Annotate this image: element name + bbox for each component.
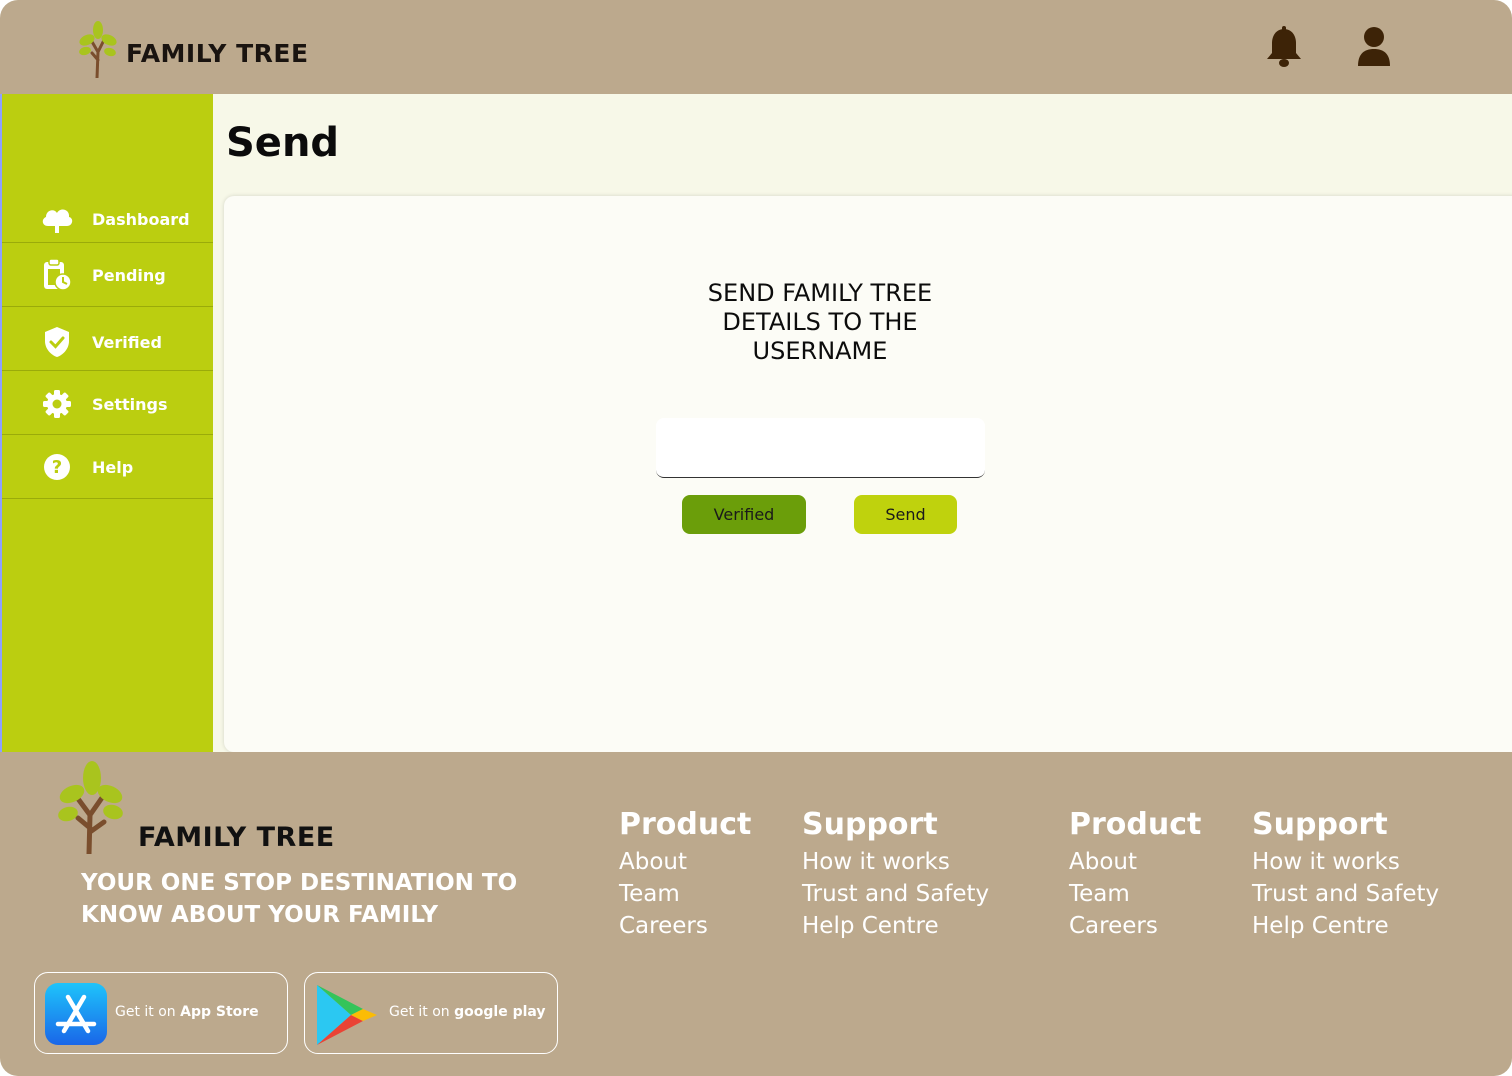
footer-column-product: Product About Team Careers	[1069, 807, 1201, 942]
tree-logo-icon	[58, 761, 123, 854]
sidebar-item-label: Dashboard	[92, 209, 190, 229]
footer-brand: FAMILY TREE	[138, 822, 335, 853]
brand-logo[interactable]: FAMILY TREE	[78, 20, 309, 78]
footer: FAMILY TREE YOUR ONE STOP DESTINATION TO…	[0, 752, 1512, 1076]
footer-link-careers[interactable]: Careers	[619, 910, 751, 942]
brand-name: FAMILY TREE	[126, 39, 309, 68]
sidebar-item-pending[interactable]: Pending	[2, 258, 213, 292]
svg-text:?: ?	[52, 457, 62, 478]
user-icon[interactable]	[1355, 26, 1393, 68]
sidebar-item-label: Verified	[92, 332, 162, 352]
footer-column-product: Product About Team Careers	[619, 807, 751, 942]
app-store-icon	[45, 983, 107, 1045]
heading-line: SEND FAMILY TREE	[707, 279, 933, 307]
sidebar-item-dashboard[interactable]: Dashboard	[2, 202, 213, 236]
footer-link-help-centre[interactable]: Help Centre	[1252, 910, 1439, 942]
store-prefix: Get it on	[115, 1004, 181, 1020]
footer-tagline: YOUR ONE STOP DESTINATION TO KNOW ABOUT …	[81, 867, 551, 931]
footer-link-careers[interactable]: Careers	[1069, 910, 1201, 942]
clipboard-clock-icon	[40, 258, 74, 292]
page-title: Send	[226, 120, 340, 166]
footer-column-heading: Support	[802, 807, 938, 842]
app-store-button[interactable]: Get it on App Store	[34, 972, 288, 1054]
footer-link-team[interactable]: Team	[1069, 878, 1201, 910]
divider	[2, 306, 213, 307]
question-icon: ?	[40, 450, 74, 484]
footer-link-trust-and-safety[interactable]: Trust and Safety	[802, 878, 989, 910]
verified-button[interactable]: Verified	[682, 495, 806, 534]
footer-column-support: Support How it works Trust and Safety He…	[802, 807, 989, 942]
sidebar-item-verified[interactable]: Verified	[2, 325, 213, 359]
gear-icon	[40, 387, 74, 421]
heading-line: USERNAME	[752, 337, 888, 365]
store-prefix: Get it on	[389, 1004, 455, 1020]
shield-check-icon	[40, 325, 74, 359]
username-input[interactable]	[656, 418, 985, 478]
send-heading: SEND FAMILY TREE DETAILS TO THE USERNAME	[660, 279, 980, 366]
bell-icon[interactable]	[1264, 26, 1304, 68]
footer-link-about[interactable]: About	[619, 846, 751, 878]
top-bar: FAMILY TREE	[0, 0, 1512, 94]
app-store-label: Get it on App Store	[115, 1004, 259, 1020]
divider	[2, 242, 213, 243]
sidebar-item-help[interactable]: ? Help	[2, 450, 213, 484]
google-play-button[interactable]: Get it on google play	[304, 972, 558, 1054]
footer-link-help-centre[interactable]: Help Centre	[802, 910, 989, 942]
sidebar-item-settings[interactable]: Settings	[2, 387, 213, 421]
tagline-line: YOUR ONE STOP DESTINATION TO	[81, 870, 518, 896]
divider	[2, 498, 213, 499]
app-window: FAMILY TREE Dashboard Pending Verified S…	[0, 0, 1512, 1076]
google-play-icon	[317, 985, 377, 1045]
footer-link-team[interactable]: Team	[619, 878, 751, 910]
footer-link-how-it-works[interactable]: How it works	[1252, 846, 1439, 878]
footer-column-support: Support How it works Trust and Safety He…	[1252, 807, 1439, 942]
footer-column-heading: Product	[1069, 807, 1202, 842]
store-name: App Store	[180, 1004, 259, 1020]
cloud-tree-icon	[40, 202, 74, 236]
divider	[2, 370, 213, 371]
store-name: google play	[454, 1004, 546, 1020]
divider	[2, 434, 213, 435]
tree-logo-icon	[79, 21, 117, 78]
footer-link-trust-and-safety[interactable]: Trust and Safety	[1252, 878, 1439, 910]
sidebar-item-label: Settings	[92, 394, 168, 414]
heading-line: DETAILS TO THE	[722, 308, 918, 336]
tagline-line: KNOW ABOUT YOUR FAMILY	[81, 902, 439, 928]
google-play-label: Get it on google play	[389, 1004, 546, 1020]
footer-column-heading: Support	[1252, 807, 1388, 842]
sidebar: Dashboard Pending Verified Settings ? He…	[0, 94, 213, 752]
sidebar-item-label: Pending	[92, 265, 166, 285]
footer-column-heading: Product	[619, 807, 752, 842]
footer-link-about[interactable]: About	[1069, 846, 1201, 878]
sidebar-item-label: Help	[92, 457, 134, 477]
footer-link-how-it-works[interactable]: How it works	[802, 846, 989, 878]
send-button[interactable]: Send	[854, 495, 957, 534]
